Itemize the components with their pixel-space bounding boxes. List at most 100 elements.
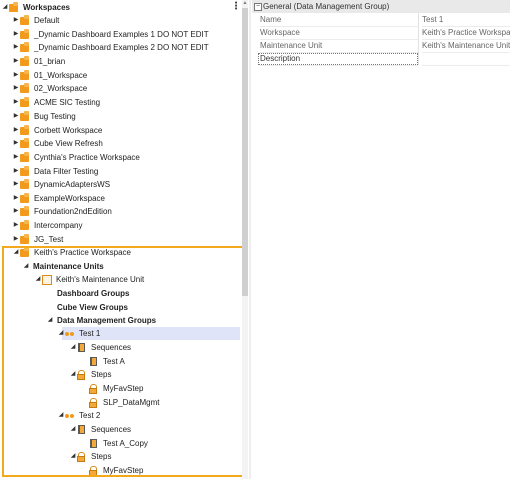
tree-item-workspace[interactable]: ▶ Intercompany (12, 219, 82, 232)
tree-item-workspace[interactable]: ▶ 01_brian (12, 55, 65, 68)
sequences-icon (77, 423, 88, 436)
tree-item-step[interactable]: MyFavStep (81, 382, 143, 395)
workspace-icon (20, 219, 31, 232)
tree-item-steps[interactable]: ◢ Steps (69, 368, 111, 381)
collapsed-arrow-icon[interactable]: ▶ (12, 110, 20, 123)
tree-item-step[interactable]: SLP_DataMgmt (81, 396, 159, 409)
step-icon (89, 464, 100, 477)
workspace-icon (20, 82, 31, 95)
tree-item-data-management-groups[interactable]: ◢ Data Management Groups (46, 314, 156, 327)
workspace-icon (20, 205, 31, 218)
tree-item-sequences[interactable]: ◢ Sequences (69, 341, 131, 354)
tree-item-workspace[interactable]: ▶ 01_Workspace (12, 69, 87, 82)
property-value[interactable]: Test 1 (422, 13, 510, 27)
collapsed-arrow-icon[interactable]: ▶ (12, 151, 20, 164)
scrollbar-thumb[interactable] (242, 8, 248, 296)
tree-item-sequence[interactable]: Test A_Copy (81, 437, 148, 450)
property-category-header[interactable]: − General (Data Management Group) (252, 0, 510, 13)
tree-item-workspace[interactable]: ▶ Cube View Refresh (12, 137, 103, 150)
steps-icon (77, 368, 88, 381)
tree-item-workspace[interactable]: ▶ Cynthia's Practice Workspace (12, 151, 140, 164)
expanded-arrow-icon[interactable]: ◢ (34, 273, 42, 286)
expanded-arrow-icon[interactable]: ◢ (57, 409, 65, 422)
workspace-icon (20, 14, 31, 27)
collapsed-arrow-icon[interactable]: ▶ (12, 205, 20, 218)
tree-item-expanded-workspace[interactable]: ◢ Keith's Practice Workspace (12, 246, 131, 259)
collapsed-arrow-icon[interactable]: ▶ (12, 178, 20, 191)
workspace-icon (20, 192, 31, 205)
expanded-arrow-icon[interactable]: ◢ (69, 450, 77, 463)
collapsed-arrow-icon[interactable]: ▶ (12, 96, 20, 109)
data-management-group-icon (65, 327, 76, 340)
step-icon (89, 396, 100, 409)
tree-item-maintenance-unit[interactable]: ◢ Keith's Maintenance Unit (34, 273, 144, 286)
workspace-icon (20, 69, 31, 82)
expanded-arrow-icon[interactable]: ◢ (46, 314, 54, 327)
tree-item-workspace[interactable]: ▶ JG_Test (12, 233, 63, 246)
tree-item-workspace[interactable]: ▶ Bug Testing (12, 110, 76, 123)
property-value[interactable]: Keith's Practice Workspace (422, 26, 510, 40)
more-options-icon[interactable]: ⋮ (231, 1, 241, 13)
step-icon (89, 382, 100, 395)
tree-item-workspace[interactable]: ▶ Data Filter Testing (12, 165, 98, 178)
expanded-arrow-icon[interactable]: ◢ (69, 341, 77, 354)
focus-rectangle (258, 53, 418, 65)
tree-item-workspace[interactable]: ▶ ExampleWorkspace (12, 192, 105, 205)
collapsed-arrow-icon[interactable]: ▶ (12, 165, 20, 178)
expanded-arrow-icon[interactable]: ◢ (22, 260, 30, 273)
tree-item-maintenance-units[interactable]: ◢ Maintenance Units (22, 260, 104, 273)
collapsed-arrow-icon[interactable]: ▶ (12, 124, 20, 137)
collapse-toggle-icon[interactable]: − (254, 3, 262, 11)
scroll-up-arrow-icon[interactable]: ▲ (242, 0, 248, 7)
collapsed-arrow-icon[interactable]: ▶ (12, 192, 20, 205)
collapsed-arrow-icon[interactable]: ▶ (12, 41, 20, 54)
tree-item-sequence[interactable]: Test A (81, 355, 125, 368)
tree-item-workspace[interactable]: ▶ Foundation2ndEdition (12, 205, 112, 218)
tree-item-workspace[interactable]: ▶ _Dynamic Dashboard Examples 2 DO NOT ED… (12, 41, 209, 54)
tree-root-workspaces[interactable]: ◢ Workspaces (1, 1, 70, 14)
collapsed-arrow-icon[interactable]: ▶ (12, 137, 20, 150)
collapsed-arrow-icon[interactable]: ▶ (12, 69, 20, 82)
tree-item-workspace[interactable]: ▶ _Dynamic Dashboard Examples 1 DO NOT ED… (12, 28, 209, 41)
tree-item-workspace[interactable]: ▶ ACME SIC Testing (12, 96, 100, 109)
workspace-icon (20, 41, 31, 54)
tree-item-workspace[interactable]: ▶ Corbett Workspace (12, 124, 102, 137)
collapsed-arrow-icon[interactable]: ▶ (12, 28, 20, 41)
workspaces-folder-icon (9, 1, 20, 14)
tree-item-workspace[interactable]: ▶ DynamicAdaptersWS (12, 178, 110, 191)
tree-root-label: Workspaces (23, 3, 70, 12)
workspace-icon (20, 124, 31, 137)
property-grid: − General (Data Management Group) Name T… (252, 0, 512, 66)
workspace-icon (20, 178, 31, 191)
property-category-title: General (Data Management Group) (263, 2, 390, 11)
property-row-name[interactable]: Name Test 1 (252, 13, 512, 27)
tree-item-cube-view-groups[interactable]: Cube View Groups (46, 301, 128, 314)
property-name: Maintenance Unit (260, 39, 418, 53)
property-row-maintenance-unit[interactable]: Maintenance Unit Keith's Maintenance Uni… (252, 39, 512, 53)
expanded-arrow-icon[interactable]: ◢ (12, 246, 20, 259)
workspace-icon (20, 96, 31, 109)
expanded-arrow-icon[interactable]: ◢ (69, 423, 77, 436)
property-name: Name (260, 13, 418, 27)
collapsed-arrow-icon[interactable]: ▶ (12, 14, 20, 27)
tree-item-step[interactable]: MyFavStep (81, 464, 143, 477)
tree-item-workspace[interactable]: ▶ 02_Workspace (12, 82, 87, 95)
expanded-arrow-icon[interactable]: ◢ (69, 368, 77, 381)
expanded-arrow-icon[interactable]: ◢ (1, 1, 9, 14)
property-value[interactable]: Keith's Maintenance Unit (422, 39, 510, 53)
tree-item-sequences[interactable]: ◢ Sequences (69, 423, 131, 436)
collapsed-arrow-icon[interactable]: ▶ (12, 219, 20, 232)
tree-item-group-test2[interactable]: ◢ Test 2 (57, 409, 101, 422)
workspace-icon (20, 246, 31, 259)
tree-item-workspace[interactable]: ▶ Default (12, 14, 59, 27)
tree-item-dashboard-groups[interactable]: Dashboard Groups (46, 287, 129, 300)
collapsed-arrow-icon[interactable]: ▶ (12, 233, 20, 246)
property-value[interactable] (422, 52, 510, 66)
tree-item-steps[interactable]: ◢ Steps (69, 450, 111, 463)
collapsed-arrow-icon[interactable]: ▶ (12, 55, 20, 68)
expanded-arrow-icon[interactable]: ◢ (57, 327, 65, 340)
collapsed-arrow-icon[interactable]: ▶ (12, 82, 20, 95)
tree-item-group-test1[interactable]: ◢ Test 1 (57, 327, 101, 340)
property-row-workspace[interactable]: Workspace Keith's Practice Workspace (252, 26, 512, 40)
panel-splitter[interactable] (249, 0, 251, 479)
